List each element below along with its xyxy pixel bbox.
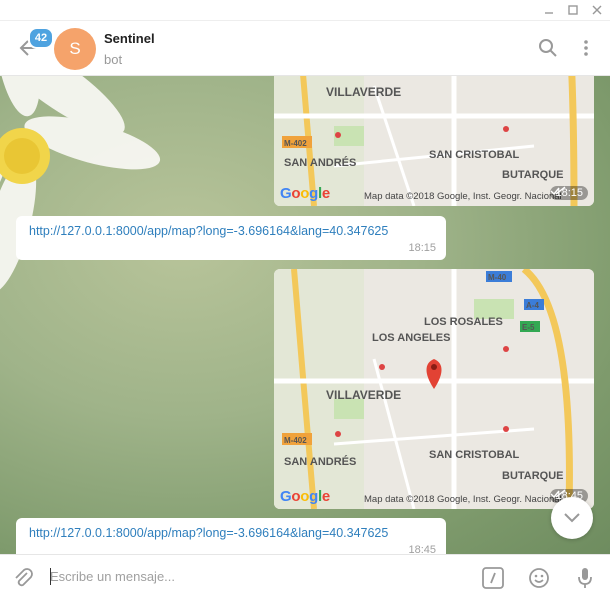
chat-subtitle: bot [104, 52, 123, 67]
wallpaper-flower [0, 76, 161, 293]
window-titlebar [0, 0, 610, 21]
more-vert-icon[interactable] [576, 38, 596, 58]
map-attribution: Map data ©2018 Google, Inst. Geogr. Naci… [364, 494, 562, 505]
message-time: 18:15 [408, 242, 436, 254]
text-message[interactable]: http://127.0.0.1:8000/app/map?long=-3.69… [16, 518, 446, 554]
unread-badge: 42 [28, 27, 54, 49]
search-icon[interactable] [538, 38, 558, 58]
message-input[interactable]: Escribe un mensaje... [50, 569, 175, 584]
svg-text:SAN ANDRÉS: SAN ANDRÉS [284, 156, 356, 169]
message-time: 18:45 [408, 544, 436, 554]
avatar[interactable]: S [54, 28, 96, 70]
chat-area[interactable]: M-402 VILLAVERDE SAN ANDRÉS SAN CRISTOBA… [0, 76, 610, 554]
emoji-icon[interactable] [528, 567, 550, 589]
svg-text:VILLAVERDE: VILLAVERDE [326, 85, 401, 99]
svg-text:BUTARQUE: BUTARQUE [502, 470, 564, 482]
svg-text:BUTARQUE: BUTARQUE [502, 169, 564, 181]
svg-text:A-4: A-4 [526, 301, 539, 310]
attach-icon[interactable] [12, 567, 34, 589]
chat-header: 42 S Sentinel bot [0, 21, 610, 76]
bot-commands-icon[interactable] [482, 567, 504, 589]
svg-text:M-402: M-402 [284, 139, 307, 148]
minimize-icon[interactable] [540, 2, 558, 18]
scroll-down-button[interactable] [551, 497, 593, 539]
svg-text:M-40: M-40 [488, 273, 507, 282]
double-check-icon [550, 186, 566, 196]
svg-text:SAN CRISTOBAL: SAN CRISTOBAL [429, 149, 520, 161]
svg-text:LOS ANGELES: LOS ANGELES [372, 332, 450, 344]
svg-text:LOS ROSALES: LOS ROSALES [424, 316, 503, 328]
chevron-down-icon [564, 513, 580, 523]
svg-text:VILLAVERDE: VILLAVERDE [326, 388, 401, 402]
map-attribution: Map data ©2018 Google, Inst. Geogr. Naci… [364, 191, 562, 202]
chat-title[interactable]: Sentinel [104, 31, 155, 46]
maximize-icon[interactable] [564, 2, 582, 18]
map-message[interactable]: M-402 VILLAVERDE SAN ANDRÉS SAN CRISTOBA… [274, 76, 594, 206]
svg-text:SAN CRISTOBAL: SAN CRISTOBAL [429, 449, 520, 461]
svg-text:E-5: E-5 [522, 323, 535, 332]
google-logo: Google [280, 488, 330, 505]
map-message[interactable]: M-40 A-4 E-5 M-402 LOS ROSALES LOS ANGEL… [274, 269, 594, 509]
message-composer: Escribe un mensaje... [0, 554, 610, 601]
message-time: 18:15 [550, 186, 588, 200]
text-message[interactable]: http://127.0.0.1:8000/app/map?long=-3.69… [16, 216, 446, 260]
message-link[interactable]: http://127.0.0.1:8000/app/map?long=-3.69… [29, 224, 388, 238]
message-link[interactable]: http://127.0.0.1:8000/app/map?long=-3.69… [29, 526, 388, 540]
svg-text:SAN ANDRÉS: SAN ANDRÉS [284, 455, 356, 468]
close-icon[interactable] [588, 2, 606, 18]
google-logo: Google [280, 185, 330, 202]
microphone-icon[interactable] [574, 567, 596, 589]
svg-text:M-402: M-402 [284, 436, 307, 445]
